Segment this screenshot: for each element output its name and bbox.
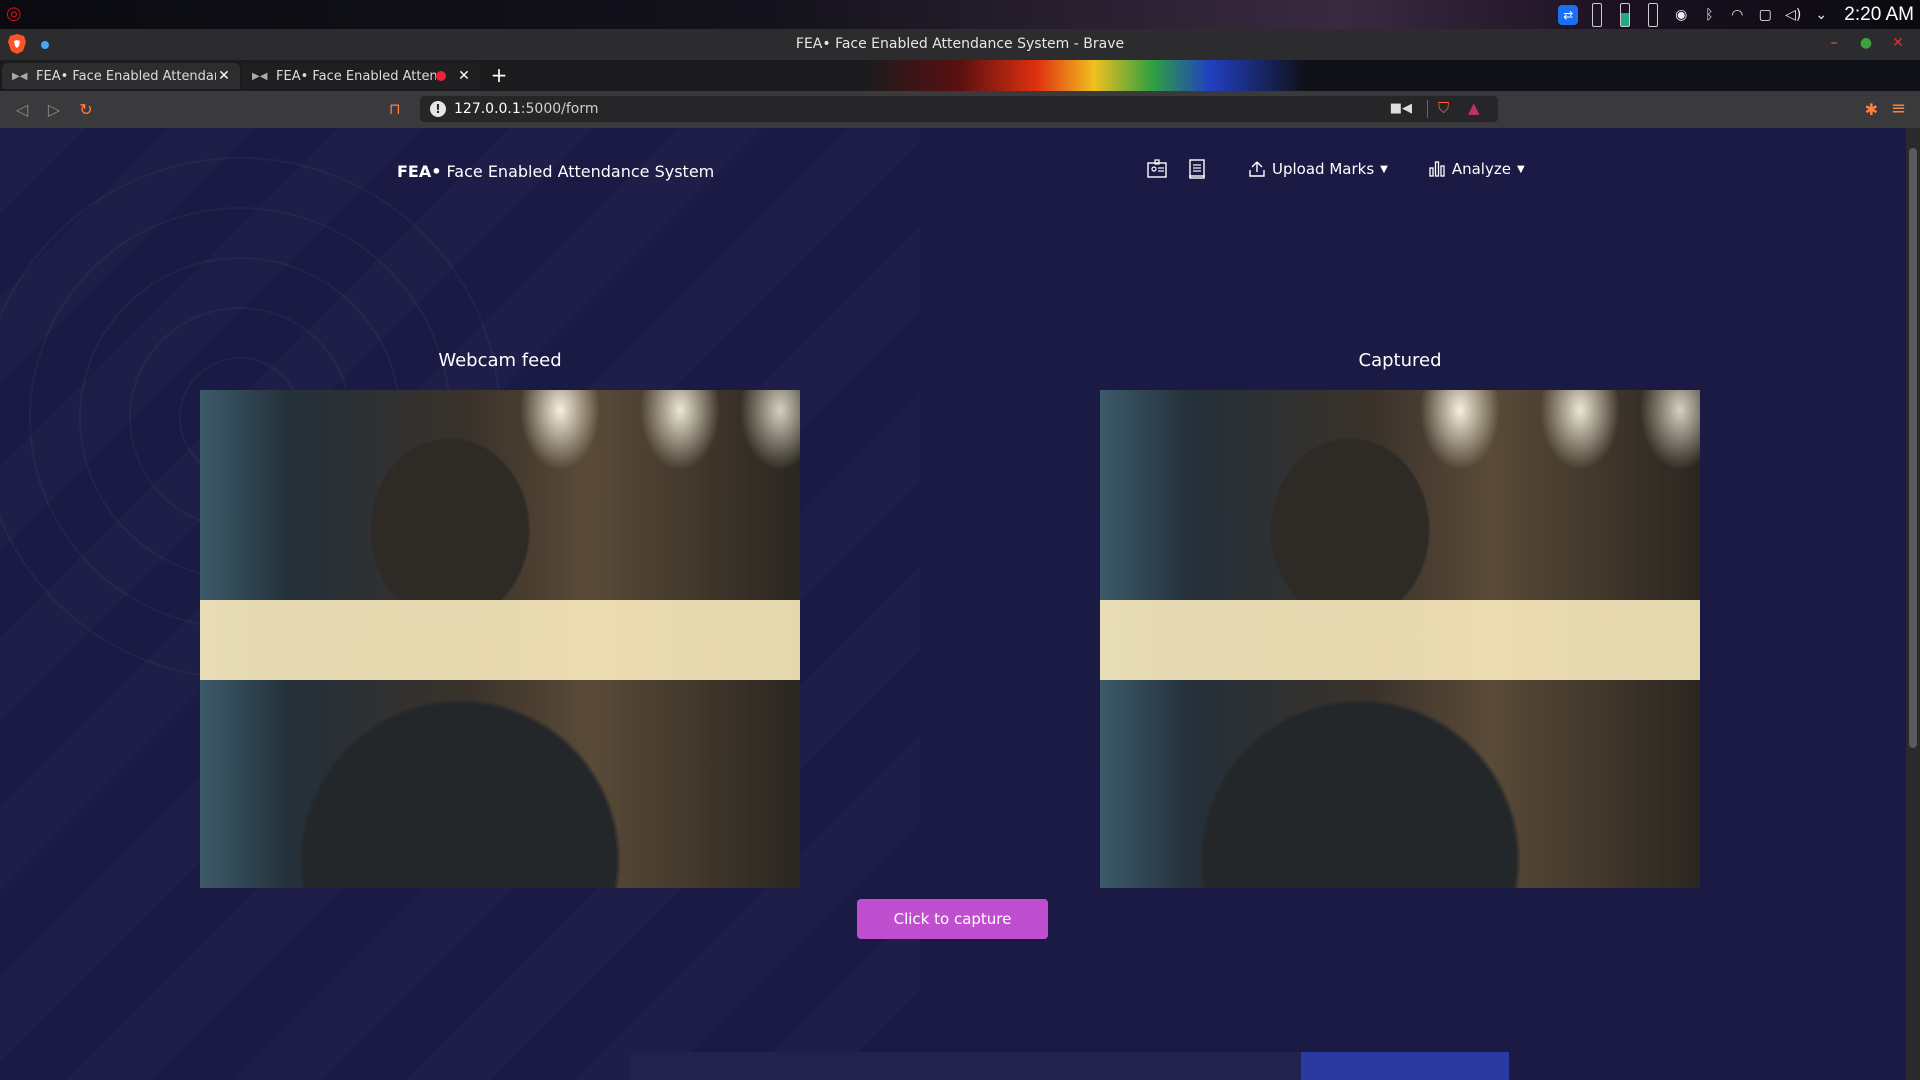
captured-title: Captured (1358, 350, 1442, 371)
tab-1[interactable]: ▶◀ FEA• Face Enabled Attendance System ✕ (2, 63, 240, 89)
app-nav: Upload Marks ▼ Analyze ▼ (1146, 158, 1525, 180)
volume-icon[interactable]: ◁) (1784, 6, 1802, 24)
webcam-feed-title: Webcam feed (438, 350, 562, 371)
id-card-icon[interactable] (1146, 158, 1168, 180)
captured-image (1100, 390, 1700, 888)
tab-favicon-icon: ▶◀ (12, 70, 28, 82)
brave-shields-icon[interactable]: ⛉ (1438, 99, 1456, 119)
page-content: FEA• Face Enabled Attendance System Uplo… (0, 128, 1906, 1080)
system-tray: ⇄ ◉ ᛒ ◠ ▢ ◁) ⌄ 2:20 AM (1558, 0, 1914, 29)
site-info-icon[interactable]: ! (430, 101, 446, 117)
accessibility-icon[interactable]: ◉ (1672, 6, 1690, 24)
screen-icon[interactable]: ▢ (1756, 6, 1774, 24)
caret-down-icon: ▼ (1516, 163, 1525, 175)
window-controls: – ● ✕ (1826, 35, 1906, 51)
tab-title: FEA• Face Enabled Attendance System (36, 68, 216, 84)
tab-close-icon[interactable]: ✕ (456, 68, 472, 84)
address-bar[interactable]: ! 127.0.0.1:5000/form ■◀ ⛉ ▲ (420, 96, 1498, 122)
maximize-icon[interactable]: ● (1858, 35, 1874, 51)
extensions-icon[interactable]: ✱ (1865, 100, 1878, 119)
caret-down-icon: ▼ (1380, 163, 1388, 175)
menu-icon[interactable]: ≡ (1891, 98, 1906, 119)
tab-strip: ▶◀ FEA• Face Enabled Attendance System ✕… (0, 60, 1920, 91)
bar-chart-icon (1429, 161, 1445, 177)
tab-favicon-icon: ▶◀ (252, 70, 268, 82)
tab-title: FEA• Face Enabled Attendance System (276, 68, 436, 84)
webcam-feed-video (200, 390, 800, 888)
browser-toolbar: ◁ ▷ ↻ ⊓ ! 127.0.0.1:5000/form ■◀ ⛉ ▲ ✱ ≡ (0, 91, 1920, 128)
capture-button[interactable]: Click to capture (857, 899, 1048, 939)
divider (1427, 100, 1428, 118)
page-scrollbar[interactable] (1906, 128, 1920, 1080)
battery-icon[interactable] (1616, 2, 1634, 27)
teamviewer-icon[interactable]: ⇄ (1558, 4, 1579, 25)
footer-bar (631, 1052, 1509, 1080)
recording-indicator-icon (436, 71, 446, 81)
battery-icon[interactable] (1644, 2, 1662, 27)
footer-accent (1301, 1052, 1509, 1080)
upload-marks-dropdown[interactable]: Upload Marks ▼ (1248, 160, 1388, 178)
upload-icon (1249, 161, 1265, 177)
brave-rewards-icon[interactable]: ▲ (1468, 99, 1486, 119)
back-button[interactable]: ◁ (12, 100, 32, 120)
chevron-down-icon[interactable]: ⌄ (1812, 6, 1830, 24)
bookmark-icon[interactable]: ⊓ (389, 100, 407, 120)
analyze-dropdown[interactable]: Analyze ▼ (1428, 160, 1525, 178)
wifi-icon[interactable]: ◠ (1728, 6, 1746, 24)
tab-2[interactable]: ▶◀ FEA• Face Enabled Attendance System ✕ (242, 63, 480, 89)
close-icon[interactable]: ✕ (1890, 35, 1906, 51)
tab-close-icon[interactable]: ✕ (216, 68, 232, 84)
upload-marks-label: Upload Marks (1272, 160, 1375, 178)
window-title: FEA• Face Enabled Attendance System - Br… (795, 36, 1125, 52)
camera-in-use-icon[interactable]: ■◀ (1390, 101, 1412, 116)
url-text[interactable]: 127.0.0.1:5000/form (454, 101, 599, 117)
clock[interactable]: 2:20 AM (1844, 4, 1914, 26)
new-tab-button[interactable]: + (488, 64, 510, 86)
forward-button[interactable]: ▷ (44, 100, 64, 120)
document-icon[interactable] (1186, 158, 1208, 180)
reload-button[interactable]: ↻ (76, 100, 96, 120)
app-brand[interactable]: FEA• Face Enabled Attendance System (397, 162, 714, 181)
debian-logo-icon[interactable]: ◎ (6, 4, 24, 24)
bluetooth-icon[interactable]: ᛒ (1700, 6, 1718, 24)
battery-icon[interactable] (1588, 2, 1606, 27)
minimize-icon[interactable]: – (1826, 35, 1842, 51)
analyze-label: Analyze (1451, 160, 1511, 178)
os-top-bar: ◎ ⇄ ◉ ᛒ ◠ ▢ ◁) ⌄ 2:20 AM (0, 0, 1920, 29)
window-title-bar: FEA• Face Enabled Attendance System - Br… (0, 29, 1920, 60)
scrollbar-thumb[interactable] (1909, 148, 1917, 748)
